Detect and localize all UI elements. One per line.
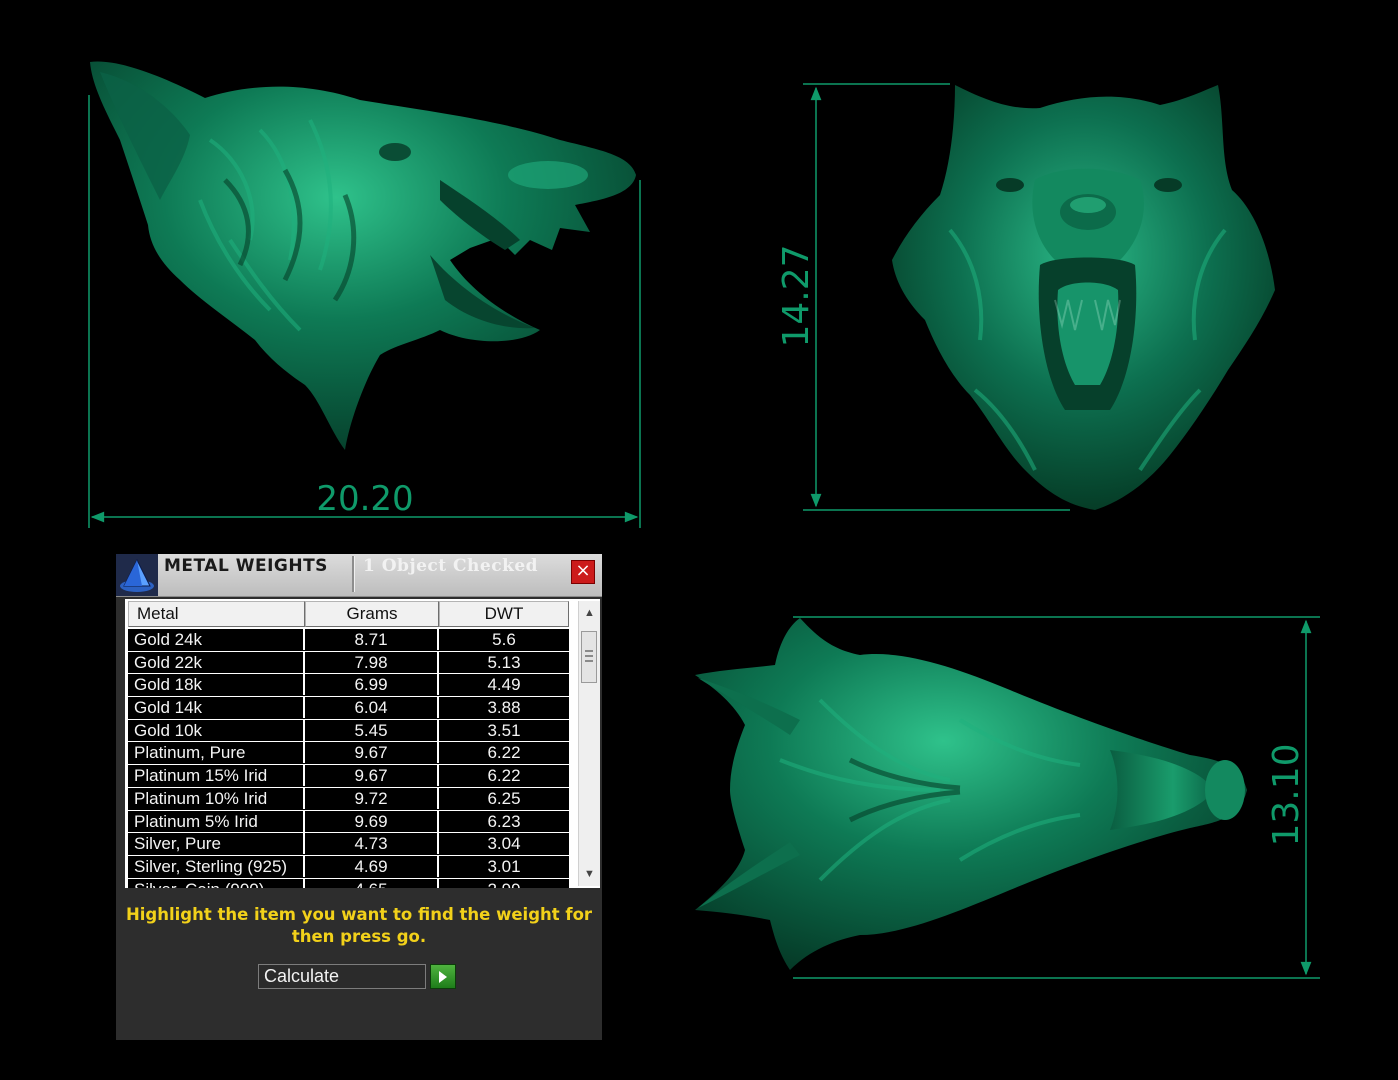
column-header-metal[interactable]: Metal bbox=[128, 601, 305, 627]
cell-dwt: 2.99 bbox=[439, 879, 569, 888]
cell-grams: 9.67 bbox=[305, 742, 439, 764]
instructions-line-1: Highlight the item you want to find the … bbox=[125, 905, 593, 924]
pyramid-icon bbox=[116, 554, 158, 596]
cell-dwt: 3.01 bbox=[487, 856, 521, 876]
width-dimension-label: 20.20 bbox=[316, 479, 413, 519]
table-row[interactable]: Platinum, Pure 9.67 6.22 bbox=[128, 742, 569, 766]
metal-weights-panel: METAL WEIGHTS 1 Object Checked × Metal G… bbox=[116, 554, 602, 1040]
cell-metal: Platinum 15% Irid bbox=[128, 765, 305, 787]
table-row[interactable]: Platinum 15% Irid 9.67 6.22 bbox=[128, 765, 569, 788]
cell-dwt: 5.6 bbox=[492, 630, 516, 649]
panel-title: METAL WEIGHTS bbox=[164, 556, 328, 576]
wolf-top-view bbox=[695, 618, 1247, 970]
wolf-front-view bbox=[892, 85, 1275, 510]
height-dimension-label: 14.27 bbox=[776, 244, 817, 347]
cell-dwt: 6.25 bbox=[487, 788, 521, 808]
arrow-down-icon[interactable]: ▼ bbox=[579, 862, 600, 886]
cell-metal: Gold 22k bbox=[128, 651, 305, 673]
table-row[interactable]: Gold 10k 5.45 3.51 bbox=[128, 719, 569, 743]
cell-grams: 8.71 bbox=[305, 629, 439, 650]
title-separator bbox=[352, 556, 355, 592]
go-button[interactable] bbox=[430, 964, 456, 989]
cell-metal: Silver, Pure bbox=[128, 833, 305, 855]
cell-metal: Gold 10k bbox=[128, 719, 305, 741]
metal-weights-table[interactable]: Metal Grams DWT Gold 24k 8.71 5.6 Gold 22k 7… bbox=[125, 599, 600, 888]
cell-grams: 7.98 bbox=[305, 651, 439, 673]
cell-metal: Gold 18k bbox=[128, 674, 305, 696]
table-row[interactable]: Silver, Coin (900)4.652.99 bbox=[128, 878, 569, 888]
cell-metal: Silver, Sterling (925) bbox=[128, 855, 305, 877]
cell-metal: Platinum, Pure bbox=[128, 742, 305, 764]
cell-metal: Platinum 5% Irid bbox=[128, 810, 305, 832]
scrollbar-thumb[interactable] bbox=[581, 631, 597, 683]
cell-metal: Silver, Coin (900) bbox=[128, 878, 305, 888]
close-button[interactable]: × bbox=[571, 560, 595, 584]
table-row[interactable]: Platinum 10% Irid 9.72 6.25 bbox=[128, 787, 569, 811]
cell-dwt: 3.51 bbox=[487, 720, 521, 740]
table-row[interactable]: Gold 18k 6.99 4.49 bbox=[128, 674, 569, 698]
close-icon: × bbox=[575, 560, 591, 581]
table-row[interactable]: Silver, Pure 4.73 3.04 bbox=[128, 833, 569, 856]
action-select[interactable]: Calculate bbox=[258, 964, 426, 989]
object-count-status: 1 Object Checked bbox=[363, 556, 539, 576]
cell-grams: 5.45 bbox=[305, 719, 439, 741]
cell-dwt: 3.04 bbox=[487, 834, 521, 854]
cell-dwt: 6.22 bbox=[487, 766, 521, 786]
cell-grams: 9.67 bbox=[305, 765, 439, 787]
instructions-line-2: then press go. bbox=[291, 927, 427, 946]
wolf-side-view bbox=[90, 61, 636, 451]
cell-dwt: 5.13 bbox=[487, 652, 521, 672]
cell-grams: 4.73 bbox=[305, 833, 439, 855]
cell-metal: Gold 24k bbox=[128, 629, 305, 650]
table-row[interactable]: Gold 22k 7.98 5.13 bbox=[128, 651, 569, 675]
table-header: Metal Grams DWT bbox=[128, 601, 578, 627]
grip-icon bbox=[585, 650, 593, 662]
cell-metal: Gold 14k bbox=[128, 697, 305, 719]
table-body: Gold 24k 8.71 5.6 Gold 22k 7.98 5.13 Gold 18k 6… bbox=[128, 629, 569, 888]
depth-dimension-label: 13.10 bbox=[1266, 743, 1307, 846]
play-arrow-icon bbox=[439, 971, 447, 983]
cell-dwt: 6.22 bbox=[487, 743, 521, 763]
cell-metal: Platinum 10% Irid bbox=[128, 787, 305, 809]
table-row[interactable]: Gold 14k 6.04 3.88 bbox=[128, 697, 569, 720]
cell-grams: 6.04 bbox=[305, 697, 439, 719]
arrow-up-icon[interactable]: ▲ bbox=[579, 601, 600, 625]
cell-grams: 9.69 bbox=[305, 810, 439, 832]
cell-grams: 4.69 bbox=[305, 855, 439, 877]
table-row[interactable]: Platinum 5% Irid 9.69 6.23 bbox=[128, 810, 569, 834]
cell-grams: 6.99 bbox=[305, 674, 439, 696]
cell-dwt: 3.88 bbox=[487, 698, 521, 718]
cell-dwt: 6.23 bbox=[487, 811, 521, 831]
cell-dwt: 4.49 bbox=[487, 675, 521, 695]
cell-grams: 9.72 bbox=[305, 787, 439, 809]
table-scrollbar[interactable]: ▲ ▼ bbox=[578, 601, 600, 886]
table-row[interactable]: Silver, Sterling (925) 4.69 3.01 bbox=[128, 855, 569, 879]
column-header-dwt[interactable]: DWT bbox=[439, 601, 569, 627]
panel-titlebar[interactable]: METAL WEIGHTS 1 Object Checked × bbox=[116, 554, 602, 597]
instructions-text: Highlight the item you want to find the … bbox=[116, 904, 602, 948]
cell-grams: 4.65 bbox=[305, 878, 439, 888]
column-header-grams[interactable]: Grams bbox=[305, 601, 439, 627]
table-row[interactable]: Gold 24k 8.71 5.6 bbox=[128, 629, 569, 652]
